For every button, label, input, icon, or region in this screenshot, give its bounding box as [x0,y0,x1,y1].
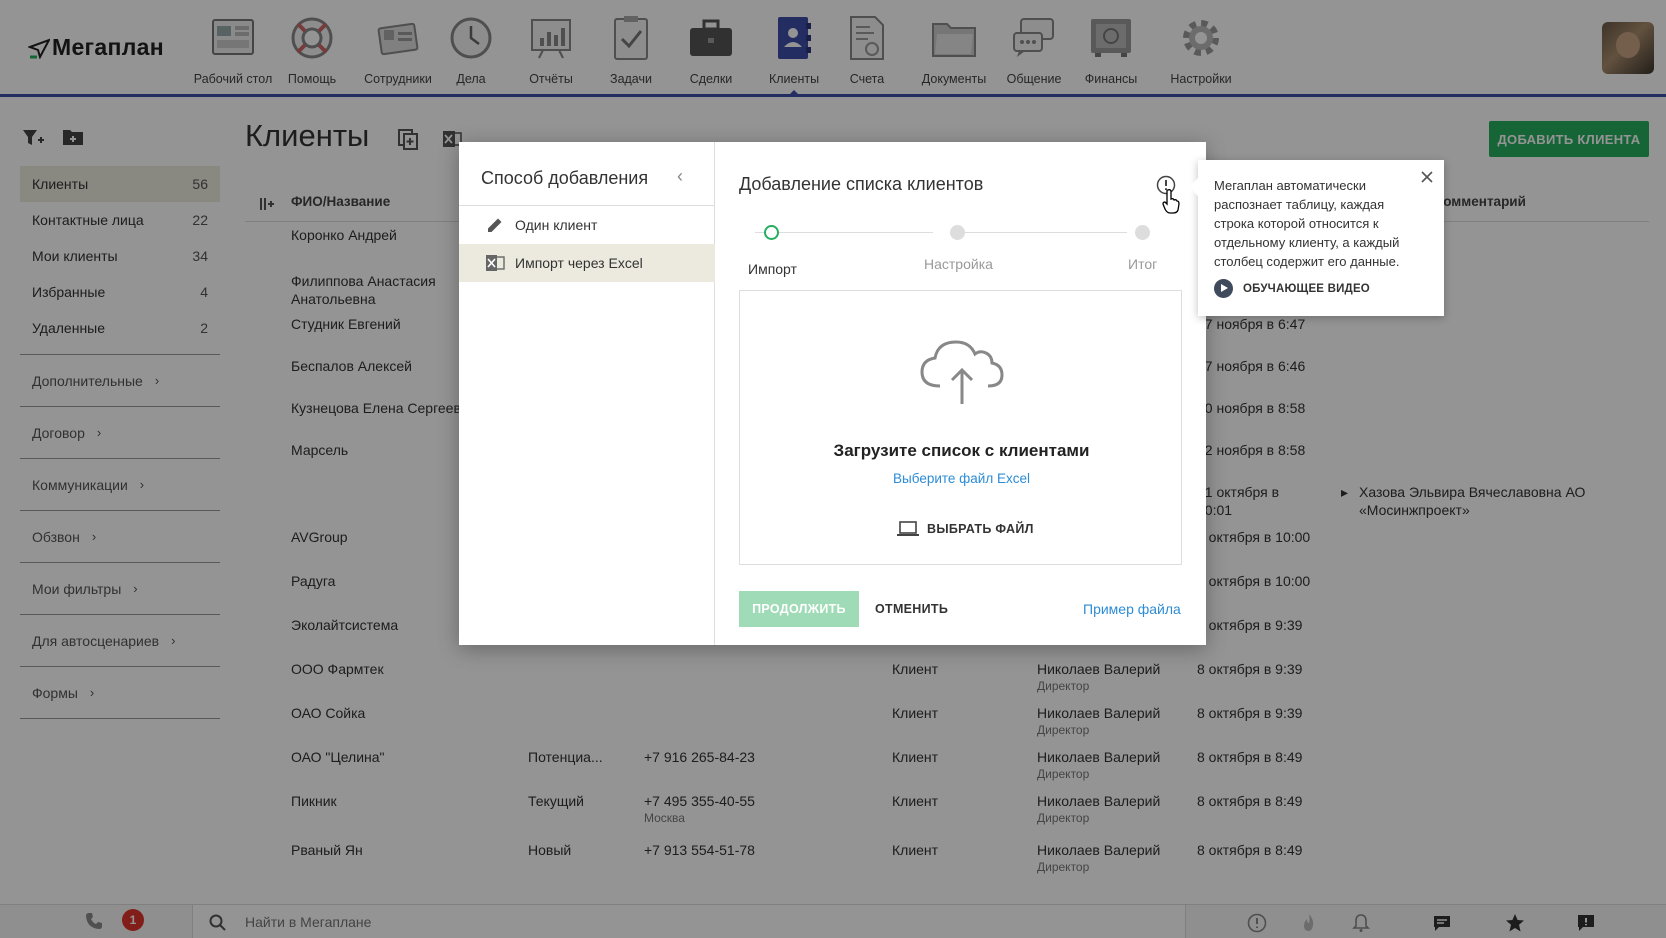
file-drop-zone[interactable]: Загрузите список с клиентами Выберите фа… [739,290,1182,565]
continue-button[interactable]: ПРОДОЛЖИТЬ [739,591,859,627]
step-dot-result [1135,225,1150,240]
step-dot-settings [950,225,965,240]
method-single-client[interactable]: Один клиент [459,206,715,244]
laptop-icon [897,521,919,536]
step-connector [957,232,1127,233]
tooltip-text: Мегаплан автоматически распознает таблиц… [1214,178,1400,269]
method-label: Один клиент [515,217,598,233]
tutorial-video-label: ОБУЧАЮЩЕЕ ВИДЕО [1243,282,1370,295]
cancel-button[interactable]: ОТМЕНИТЬ [875,602,948,616]
step-label-result: Итог [1128,256,1158,272]
method-excel-import[interactable]: Импорт через Excel [459,244,715,282]
add-clients-modal: Способ добавления ‹ Один клиент Импорт ч… [459,142,1206,645]
add-method-panel: Способ добавления ‹ Один клиент Импорт ч… [459,142,715,645]
import-panel: Добавление списка клиентов Импорт Настро… [715,142,1206,645]
step-label-settings: Настройка [924,256,993,272]
choose-file-button[interactable]: ВЫБРАТЬ ФАЙЛ [897,521,1034,537]
play-icon [1214,279,1233,298]
chevron-left-icon[interactable]: ‹ [677,166,683,187]
choose-excel-link[interactable]: Выберите файл Excel [740,471,1183,486]
pencil-icon [485,215,505,235]
hand-cursor-icon [1162,189,1180,214]
info-tooltip: Мегаплан автоматически распознает таблиц… [1189,160,1444,316]
upload-title: Загрузите список с клиентами [833,441,1090,460]
step-dot-import [764,225,779,240]
step-connector [755,232,933,233]
step-label-import: Импорт [748,261,797,277]
add-method-title: Способ добавления [481,168,649,188]
method-label: Импорт через Excel [515,255,643,271]
choose-file-label: ВЫБРАТЬ ФАЙЛ [927,522,1034,536]
close-icon[interactable] [1420,170,1434,184]
import-steps: Импорт Настройка Итог [739,222,1189,277]
tutorial-video-link[interactable]: ОБУЧАЮЩЕЕ ВИДЕО [1214,279,1370,298]
sample-file-link[interactable]: Пример файла [1083,601,1181,617]
modal-title: Добавление списка клиентов [739,174,984,194]
excel-icon [485,253,505,273]
cloud-upload-icon [920,340,1004,404]
